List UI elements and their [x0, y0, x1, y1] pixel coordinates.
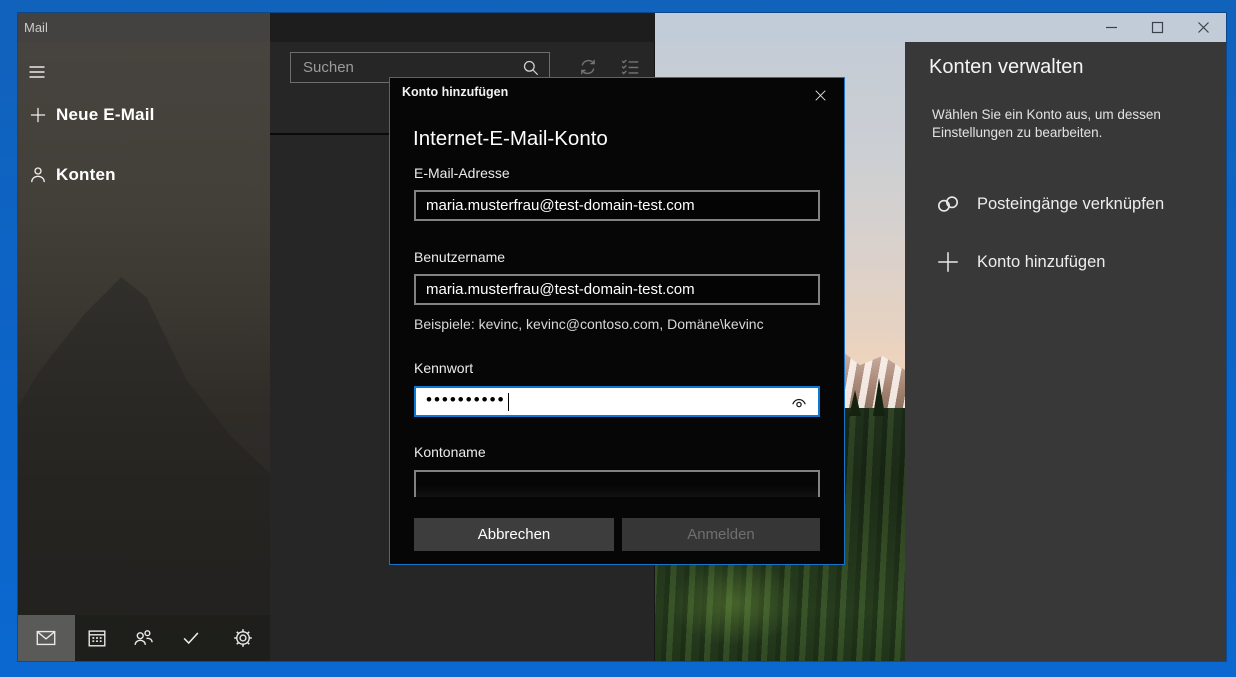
cancel-button[interactable]: Abbrechen — [414, 518, 614, 551]
link-inboxes-label: Posteingänge verknüpfen — [977, 195, 1164, 214]
sidebar-item-accounts[interactable]: Konten — [18, 156, 270, 194]
text-cursor — [508, 393, 510, 411]
manage-accounts-panel: Konten verwalten Wählen Sie ein Konto au… — [905, 42, 1226, 661]
account-name-label: Kontoname — [414, 444, 486, 460]
plus-icon — [28, 105, 48, 125]
panel-title: Konten verwalten — [929, 56, 1084, 79]
desktop-background: Mail — [0, 0, 1236, 677]
new-email-button[interactable]: Neue E-Mail — [18, 96, 270, 134]
link-inboxes-button[interactable]: Posteingänge verknüpfen — [905, 182, 1226, 226]
search-placeholder: Suchen — [303, 59, 521, 76]
gear-icon — [232, 627, 254, 649]
hamburger-icon — [26, 62, 48, 82]
plus-icon — [935, 249, 961, 275]
add-account-label: Konto hinzufügen — [977, 253, 1105, 272]
add-account-button[interactable]: Konto hinzufügen — [905, 240, 1226, 284]
search-icon — [521, 58, 541, 78]
add-account-dialog: Konto hinzufügen Internet-E-Mail-Konto E… — [389, 77, 845, 565]
accounts-label: Konten — [56, 165, 116, 185]
username-value: maria.musterfrau@test-domain-test.com — [426, 281, 695, 298]
account-name-field[interactable] — [414, 470, 820, 497]
person-icon — [28, 165, 48, 185]
new-email-label: Neue E-Mail — [56, 105, 155, 125]
maximize-button[interactable] — [1134, 13, 1180, 42]
mail-app-window: Mail — [18, 13, 1226, 661]
maximize-icon — [1149, 19, 1166, 36]
password-masked-value: •••••••••• — [426, 390, 506, 410]
dialog-close-button[interactable] — [804, 82, 836, 108]
close-button[interactable] — [1180, 13, 1226, 42]
nav-mail-button[interactable] — [18, 615, 75, 661]
titlebar-left: Mail — [18, 13, 270, 42]
reveal-password-button[interactable] — [786, 390, 812, 415]
checkmark-icon — [180, 627, 202, 649]
sync-icon — [577, 56, 599, 78]
username-hint: Beispiele: kevinc, kevinc@contoso.com, D… — [414, 316, 764, 332]
link-icon — [935, 191, 961, 217]
email-label: E-Mail-Adresse — [414, 165, 510, 181]
nav-settings-button[interactable] — [216, 615, 270, 661]
sidebar: Neue E-Mail Konten — [18, 42, 270, 661]
password-label: Kennwort — [414, 360, 473, 376]
minimize-button[interactable] — [1088, 13, 1134, 42]
sidebar-background-mountain — [18, 265, 270, 661]
app-title: Mail — [24, 20, 48, 35]
dialog-header: Konto hinzufügen — [402, 85, 508, 99]
nav-calendar-button[interactable] — [75, 615, 119, 661]
calendar-icon — [86, 627, 108, 649]
mail-icon — [35, 627, 57, 649]
nav-todo-button[interactable] — [166, 615, 216, 661]
forest-highlight — [670, 560, 800, 646]
email-field[interactable]: maria.musterfrau@test-domain-test.com — [414, 190, 820, 221]
minimize-icon — [1103, 19, 1120, 36]
titlebar: Mail — [18, 13, 1226, 42]
sign-in-button[interactable]: Anmelden — [622, 518, 820, 551]
checklist-icon — [619, 56, 641, 78]
username-label: Benutzername — [414, 249, 505, 265]
close-icon — [813, 88, 828, 103]
close-icon — [1195, 19, 1212, 36]
menu-button[interactable] — [24, 58, 60, 86]
people-icon — [132, 627, 154, 649]
reveal-eye-icon — [789, 393, 809, 413]
username-field[interactable]: maria.musterfrau@test-domain-test.com — [414, 274, 820, 305]
panel-description: Wählen Sie ein Konto aus, um dessen Eins… — [932, 106, 1180, 141]
nav-people-button[interactable] — [119, 615, 167, 661]
email-value: maria.musterfrau@test-domain-test.com — [426, 197, 695, 214]
dialog-title: Internet-E-Mail-Konto — [413, 127, 608, 151]
bottom-navigation — [18, 615, 270, 661]
titlebar-middle — [270, 13, 655, 42]
titlebar-right — [655, 13, 1226, 42]
password-field[interactable]: •••••••••• — [414, 386, 820, 417]
